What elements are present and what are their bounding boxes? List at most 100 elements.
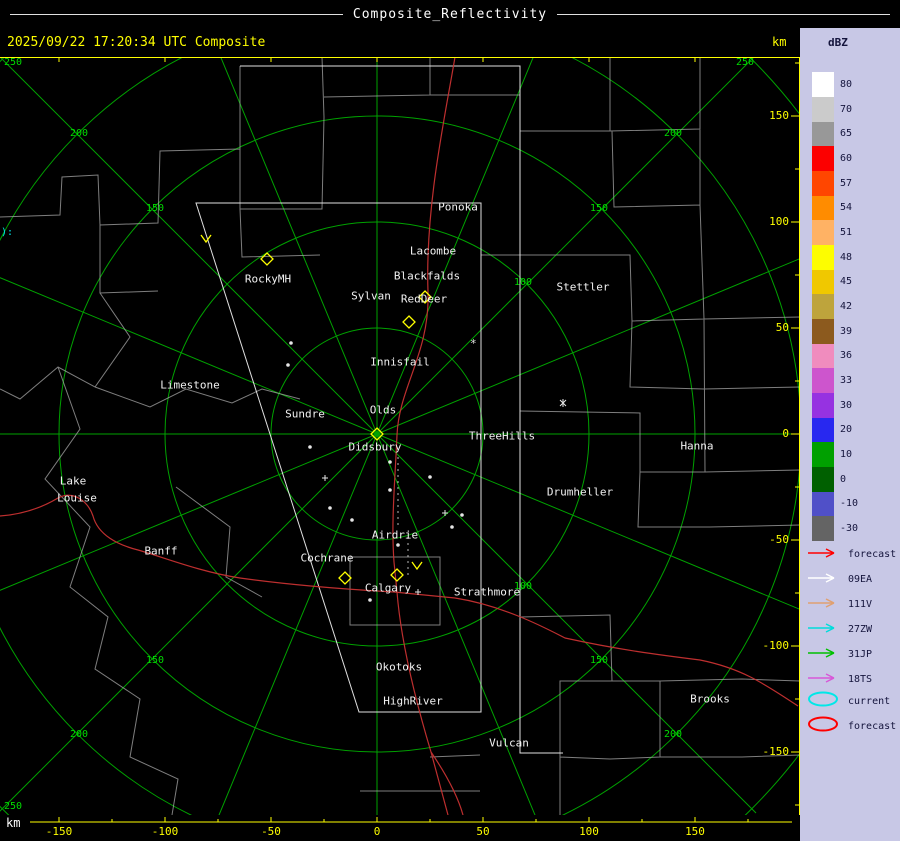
storm-forecast-arrow-icon <box>806 545 844 564</box>
colorbar-value: 0 <box>840 467 846 492</box>
colorbar-value: -10 <box>840 492 858 516</box>
range-label: 150 <box>146 655 164 666</box>
axis-unit-bottom: km <box>6 816 20 830</box>
range-label: 250 <box>4 57 22 68</box>
colorbar-value: 80 <box>840 72 852 97</box>
colorbar-swatch <box>812 146 834 171</box>
colorbar-value: 33 <box>840 368 852 393</box>
city-label: Lake <box>60 475 87 488</box>
forecast-cell-ellipse-icon <box>806 715 844 737</box>
colorbar-value: 30 <box>840 393 852 418</box>
legend-item: forecast <box>806 545 896 563</box>
colorbar-value: 70 <box>840 97 852 122</box>
title-rule-left <box>10 14 343 15</box>
edge-annotation-marker: ): <box>1 227 13 238</box>
legend-label: forecast <box>848 549 896 560</box>
range-label: 150 <box>590 203 608 214</box>
y-axis-label: 100 <box>753 215 789 228</box>
colorbar-swatch <box>812 319 834 344</box>
status-bar: 2025/09/22 17:20:34 UTC Composite km <box>0 28 800 57</box>
city-label: Airdrie <box>372 529 418 542</box>
colorbar-segment: 60 <box>812 146 852 171</box>
colorbar-segment: 36 <box>812 344 852 368</box>
title-bar: Composite_Reflectivity <box>0 0 900 28</box>
y-axis-label: 50 <box>753 321 789 334</box>
colorbar-swatch <box>812 72 834 97</box>
x-axis-label: 50 <box>476 825 489 838</box>
colorbar-segment: 57 <box>812 171 852 196</box>
colorbar-value: 39 <box>840 319 852 344</box>
colorbar-swatch <box>812 492 834 516</box>
city-label: HighRiver <box>383 695 443 708</box>
x-axis-label: 150 <box>685 825 705 838</box>
city-label: Didsbury <box>349 441 402 454</box>
city-label: Olds <box>370 404 397 417</box>
city-label: Lacombe <box>410 245 456 258</box>
city-label: ThreeHills <box>469 430 535 443</box>
legend-label: 09EA <box>848 574 872 585</box>
colorbar-swatch <box>812 442 834 467</box>
colorbar-value: -30 <box>840 516 858 541</box>
range-label: 200 <box>70 128 88 139</box>
colorbar-swatch <box>812 516 834 541</box>
colorbar-value: 36 <box>840 344 852 368</box>
x-axis-label: -50 <box>261 825 281 838</box>
legend-label: current <box>848 696 890 707</box>
city-label: Hanna <box>680 440 713 453</box>
x-axis-label: -150 <box>46 825 73 838</box>
colorbar-swatch <box>812 418 834 442</box>
y-axis-label: 150 <box>753 109 789 122</box>
colorbar-segment: 51 <box>812 220 852 245</box>
legend-sidebar: dBZ 80 70 65 60 57 54 51 48 45 42 39 36 … <box>800 28 900 841</box>
colorbar-value: 42 <box>840 294 852 319</box>
x-axis-label: 0 <box>374 825 381 838</box>
colorbar-swatch <box>812 368 834 393</box>
colorbar-segment: 10 <box>812 442 852 467</box>
city-label: Brooks <box>690 693 730 706</box>
colorbar-swatch <box>812 97 834 122</box>
colorbar-segment: 39 <box>812 319 852 344</box>
legend-item: 111V <box>806 595 872 613</box>
colorbar-segment: 30 <box>812 393 852 418</box>
legend-item: 18TS <box>806 670 872 688</box>
colorbar-segment: 45 <box>812 270 852 294</box>
colorbar-segment: 48 <box>812 245 852 270</box>
legend-item: current <box>806 692 890 710</box>
city-label: Stettler <box>557 281 610 294</box>
city-label: Strathmore <box>454 586 520 599</box>
colorbar-swatch <box>812 220 834 245</box>
colorbar-swatch <box>812 344 834 368</box>
colorbar-swatch <box>812 196 834 220</box>
storm-cell-arrow-icon <box>806 595 844 614</box>
range-label: 150 <box>590 655 608 666</box>
range-label: 250 <box>4 801 22 812</box>
x-axis-label: -100 <box>152 825 179 838</box>
city-label: Innisfail <box>370 356 430 369</box>
range-label: 150 <box>146 203 164 214</box>
y-axis-label: -150 <box>753 745 789 758</box>
colorbar-segment: 65 <box>812 122 852 146</box>
current-cell-ellipse-icon <box>806 690 844 712</box>
radar-application: Composite_Reflectivity 2025/09/22 17:20:… <box>0 0 900 841</box>
storm-cell-arrow-icon <box>806 645 844 664</box>
city-label: Drumheller <box>547 486 613 499</box>
city-label: Okotoks <box>376 661 422 674</box>
radar-map-canvas[interactable]: * 250 200 <box>0 57 800 815</box>
timestamp: 2025/09/22 17:20:34 UTC Composite <box>7 28 265 57</box>
city-label: Sylvan <box>351 290 391 303</box>
city-label: RedDeer <box>401 293 447 306</box>
city-label: Calgary <box>365 582 411 595</box>
colorbar-segment: 42 <box>812 294 852 319</box>
city-label: Blackfalds <box>394 270 460 283</box>
title-rule-right <box>557 14 890 15</box>
legend-label: 31JP <box>848 649 872 660</box>
colorbar-value: 57 <box>840 171 852 196</box>
storm-cell-arrow-icon <box>806 570 844 589</box>
svg-text:*: * <box>470 337 477 350</box>
storm-cell-arrow-icon <box>806 620 844 639</box>
colorbar-swatch <box>812 467 834 492</box>
colorbar-value: 48 <box>840 245 852 270</box>
city-label: Limestone <box>160 379 220 392</box>
colorbar-swatch <box>812 393 834 418</box>
city-label: Banff <box>144 545 177 558</box>
